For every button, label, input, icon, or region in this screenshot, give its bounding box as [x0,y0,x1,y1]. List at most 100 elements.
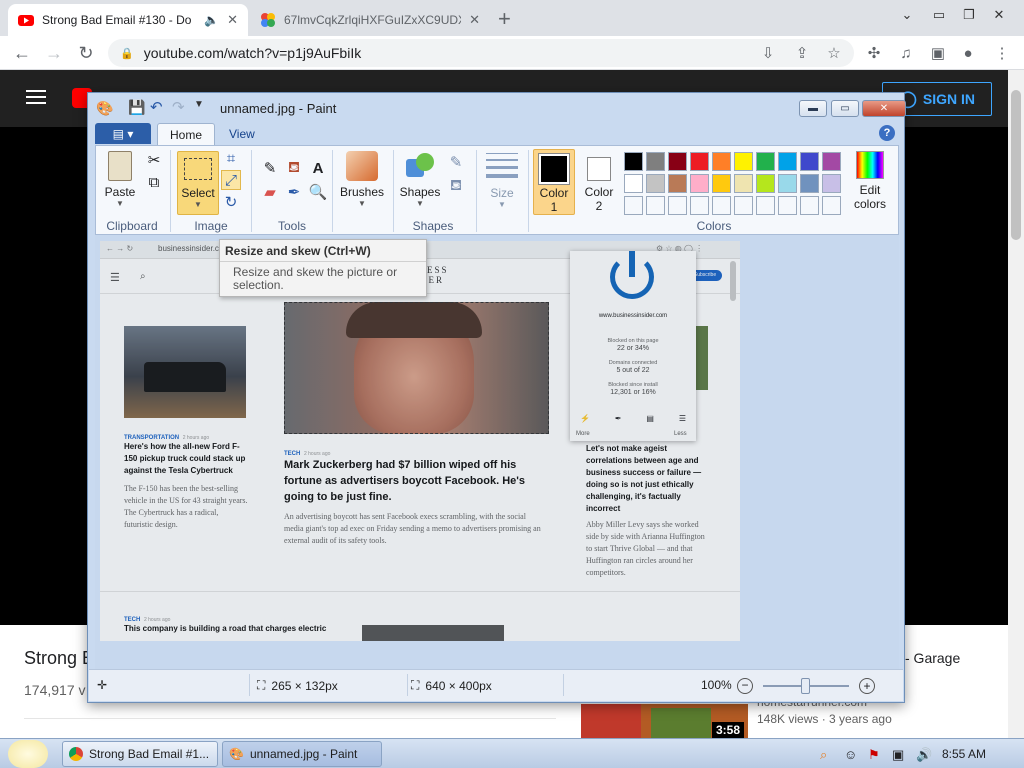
color1-button[interactable]: Color 1 [533,149,575,215]
custom-color-slot[interactable] [778,196,797,215]
save-icon[interactable]: 💾 [128,99,145,116]
palette-swatch[interactable] [668,152,687,171]
extensions-icon[interactable]: ✣ [864,43,884,63]
tab-view[interactable]: View [217,123,267,145]
eraser-icon[interactable]: ▰ [260,182,280,202]
zoom-in-button[interactable]: + [859,678,875,694]
custom-color-slot[interactable] [756,196,775,215]
minimize-icon[interactable]: ▭ [922,0,956,30]
palette-swatch[interactable] [800,152,819,171]
paste-button[interactable]: Paste ▼ [100,151,140,208]
zoom-out-button[interactable]: − [737,678,753,694]
bookmark-star-icon[interactable]: ☆ [824,43,844,63]
media-icon[interactable]: ♫ [896,43,916,63]
tab-home[interactable]: Home [157,123,216,145]
palette-swatch[interactable] [778,152,797,171]
palette-swatch[interactable] [756,174,775,193]
palette-swatch[interactable] [646,174,665,193]
text-tool-icon[interactable]: A [308,158,328,178]
zoom-slider-thumb[interactable] [801,678,810,694]
address-bar[interactable]: 🔒 youtube.com/watch?v=p1j9AuFbiIk [108,39,854,67]
fill-bucket-icon[interactable]: ⛾ [284,158,304,178]
close-tab-icon[interactable]: ✕ [469,12,480,28]
close-window-icon[interactable]: ✕ [982,0,1016,30]
canvas-area[interactable]: ← → ↻ businessinsider.com ⚙ ☆ ◍ ◯ ⋮ ☰ ⌕ … [95,235,899,669]
brushes-button[interactable]: Brushes ▼ [334,151,390,208]
palette-swatch[interactable] [646,152,665,171]
close-tab-icon[interactable]: ✕ [227,12,238,28]
forward-icon[interactable]: → [42,41,66,65]
paint-maximize-button[interactable]: ▭ [831,100,859,117]
color-picker-icon[interactable]: ✒ [284,182,304,202]
emoji-tray-icon[interactable]: ☺ [844,747,857,762]
palette-swatch[interactable] [800,174,819,193]
network-tray-icon[interactable]: ▣ [892,747,904,763]
security-tray-icon[interactable]: ⚑ [868,747,880,763]
paint-menu-button[interactable]: ▤ ▾ [95,123,151,144]
install-icon[interactable]: ⇩ [758,43,778,63]
palette-swatch[interactable] [822,152,841,171]
color2-button[interactable]: Color 2 [578,149,620,215]
palette-swatch[interactable] [624,152,643,171]
menu-kebab-icon[interactable]: ⋮ [992,43,1012,63]
related-video-title[interactable]: - Garage [905,650,960,666]
paint-close-button[interactable]: ✕ [862,100,906,117]
palette-swatch[interactable] [712,174,731,193]
custom-color-slot[interactable] [690,196,709,215]
copy-icon[interactable]: ⧉ [144,172,164,192]
outline-icon[interactable]: ✎ [446,152,466,172]
custom-color-slot[interactable] [800,196,819,215]
side-panel-icon[interactable]: ▣ [928,43,948,63]
palette-swatch[interactable] [756,152,775,171]
crop-icon[interactable]: ⌗ [221,148,241,168]
select-button[interactable]: Select ▼ [177,151,219,215]
rotate-icon[interactable]: ↻ [221,192,241,212]
palette-swatch[interactable] [690,152,709,171]
custom-color-slot[interactable] [822,196,841,215]
volume-tray-icon[interactable]: 🔊 [916,747,932,763]
palette-swatch[interactable] [778,174,797,193]
related-video-thumbnail[interactable]: 3:58 [581,704,748,740]
tab-google-image[interactable]: 67lmvCqkZrlqiHXFGuIZxXC9UDX ✕ [250,4,490,36]
taskbar-paint[interactable]: 🎨 unnamed.jpg - Paint [222,741,382,767]
magnifier-icon[interactable]: 🔍 [308,182,328,202]
restore-icon[interactable]: ❐ [952,0,986,30]
paint-app-icon[interactable]: 🎨 [96,100,113,117]
resize-skew-icon[interactable]: ⤢ [221,170,241,190]
cut-icon[interactable]: ✂ [144,150,164,170]
hamburger-menu-icon[interactable] [26,90,46,104]
selection-rectangle[interactable] [284,302,549,434]
pencil-icon[interactable]: ✎ [260,158,280,178]
image-canvas[interactable]: ← → ↻ businessinsider.com ⚙ ☆ ◍ ◯ ⋮ ☰ ⌕ … [100,241,740,641]
size-button[interactable]: Size ▼ [480,151,524,209]
custom-color-slot[interactable] [646,196,665,215]
share-icon[interactable]: ⇪ [792,43,812,63]
back-icon[interactable]: ← [10,41,34,65]
taskbar-chrome[interactable]: Strong Bad Email #1... [62,741,218,767]
custom-color-slot[interactable] [734,196,753,215]
shapes-button[interactable]: Shapes ▼ [396,151,444,208]
tab-youtube[interactable]: Strong Bad Email #130 - Do 🔈 ✕ [8,4,248,36]
speaker-icon[interactable]: 🔈 [204,13,219,27]
redo-icon[interactable]: ↷ [172,98,185,116]
profile-icon[interactable]: ● [958,43,978,63]
scrollbar-thumb[interactable] [1011,90,1021,240]
chevron-down-icon[interactable]: ⌄ [890,0,924,30]
custom-color-slot[interactable] [624,196,643,215]
palette-swatch[interactable] [734,174,753,193]
help-icon[interactable]: ? [879,125,895,141]
custom-color-slot[interactable] [712,196,731,215]
palette-swatch[interactable] [734,152,753,171]
palette-swatch[interactable] [690,174,709,193]
search-tray-icon[interactable]: ⌕ [820,747,827,763]
custom-color-slot[interactable] [668,196,687,215]
new-tab-button[interactable]: + [498,6,511,32]
paint-minimize-button[interactable]: ▬ [799,100,827,117]
start-button[interactable] [8,740,48,768]
edit-colors-button[interactable]: Edit colors [846,151,894,211]
palette-swatch[interactable] [822,174,841,193]
palette-swatch[interactable] [668,174,687,193]
palette-swatch[interactable] [712,152,731,171]
reload-icon[interactable]: ↻ [74,41,98,65]
undo-icon[interactable]: ↶ [150,98,163,116]
